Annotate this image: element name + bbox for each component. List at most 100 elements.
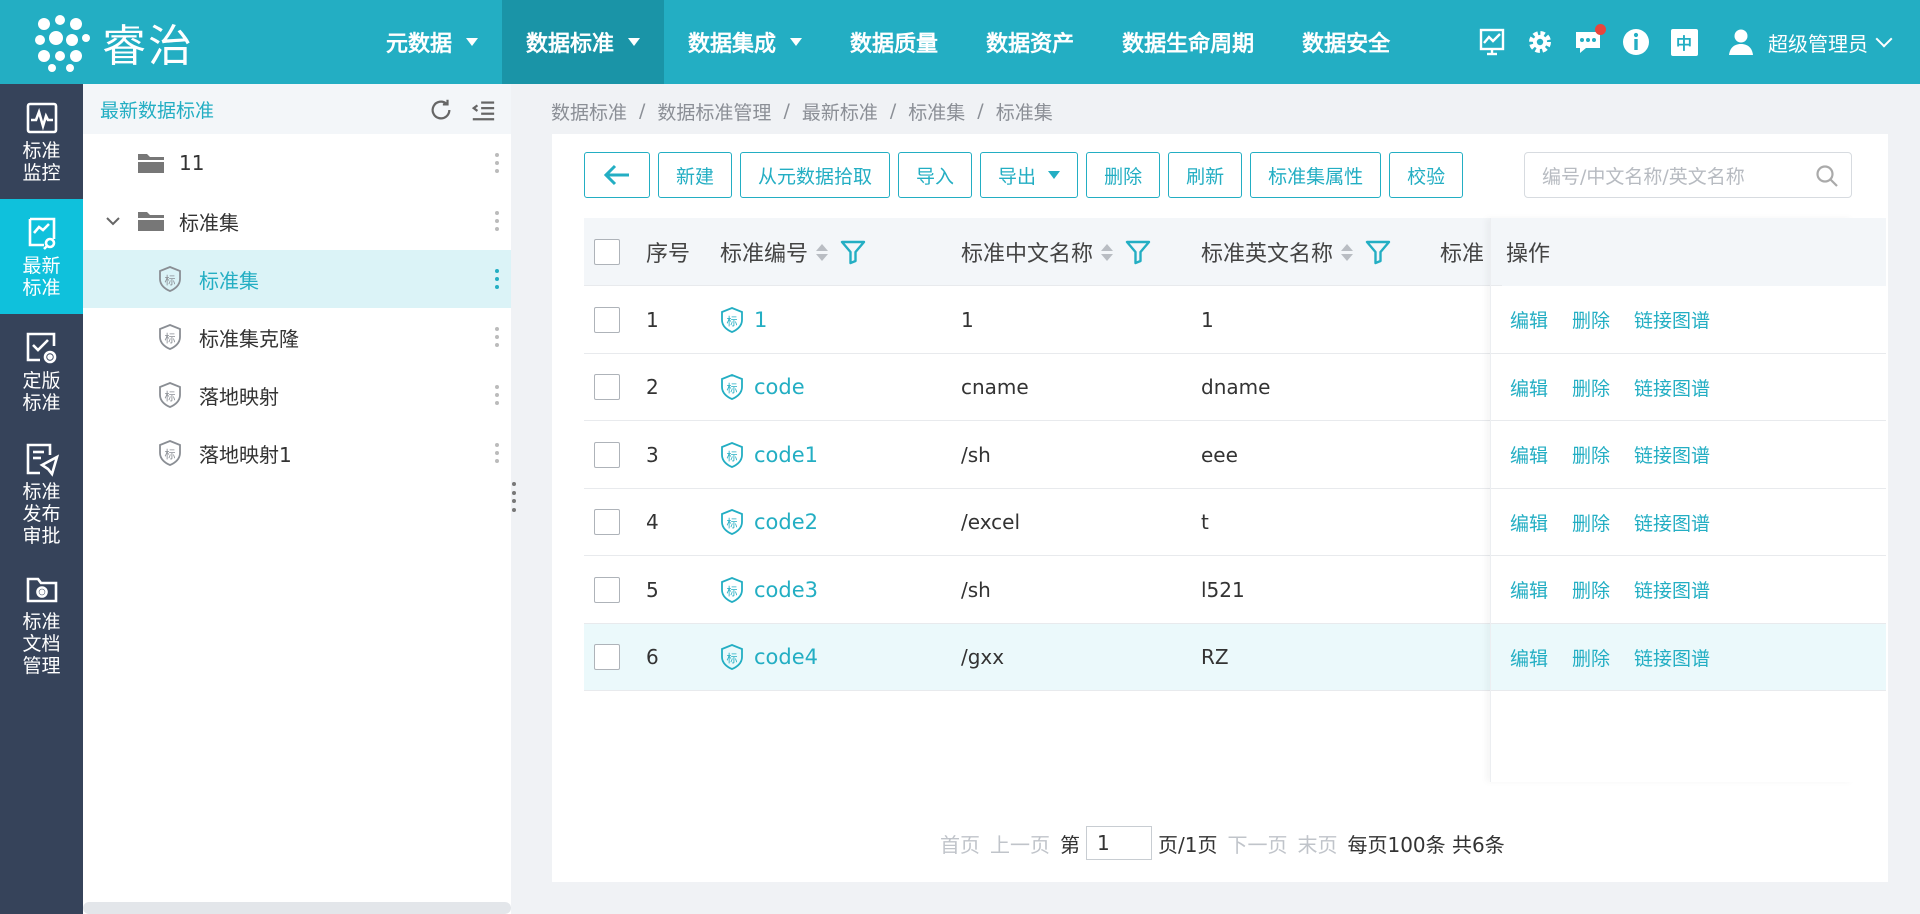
header-code[interactable]: 标准编号 [720,218,866,286]
delete-link[interactable]: 删除 [1572,509,1610,536]
last-page-link[interactable]: 末页 [1297,829,1337,858]
panel-resize-handle[interactable] [512,482,518,512]
more-vertical-icon[interactable] [495,443,499,463]
table-row[interactable]: 3 标 code1 /sh eee 编辑 删除 链接图谱 [584,421,1886,489]
breadcrumb-item[interactable]: 最新标准 [802,98,878,125]
table-row[interactable]: 4 标 code2 /excel t 编辑 删除 链接图谱 [584,489,1886,556]
edit-link[interactable]: 编辑 [1510,441,1548,468]
next-page-link[interactable]: 下一页 [1227,829,1287,858]
nav-item-metadata[interactable]: 元数据 [362,0,502,84]
row-checkbox[interactable] [594,576,620,603]
delete-button[interactable]: 删除 [1086,152,1161,198]
link-graph-link[interactable]: 链接图谱 [1634,509,1710,536]
tree-horizontal-scrollbar[interactable] [83,902,511,914]
delete-link[interactable]: 删除 [1572,306,1610,333]
rail-item-publish-approval[interactable]: 标准发布审批 [0,429,83,559]
dashboard-chart-icon[interactable] [1468,18,1516,66]
more-vertical-icon[interactable] [495,269,499,289]
table-row[interactable]: 5 标 code3 /sh l521 编辑 删除 链接图谱 [584,556,1886,624]
rail-item-standard-monitor[interactable]: 标准监控 [0,84,83,199]
edit-link[interactable]: 编辑 [1510,306,1548,333]
nav-item-data-quality[interactable]: 数据质量 [826,0,962,84]
search-icon[interactable] [1815,164,1839,188]
nav-item-data-integration[interactable]: 数据集成 [664,0,826,84]
prev-page-link[interactable]: 上一页 [990,829,1050,858]
delete-link[interactable]: 删除 [1572,441,1610,468]
new-button[interactable]: 新建 [658,152,733,198]
first-page-link[interactable]: 首页 [940,829,980,858]
link-graph-link[interactable]: 链接图谱 [1634,441,1710,468]
select-all-checkbox[interactable] [594,239,620,265]
table-row[interactable]: 2 标 code cname dname 编辑 删除 链接图谱 [584,354,1886,421]
code-link[interactable]: code1 [754,443,818,467]
more-vertical-icon[interactable] [495,153,499,173]
more-vertical-icon[interactable] [495,385,499,405]
link-graph-link[interactable]: 链接图谱 [1634,644,1710,671]
filter-icon[interactable] [1125,239,1151,265]
table-row[interactable]: 6 标 code4 /gxx RZ 编辑 删除 链接图谱 [584,623,1886,691]
nav-item-data-standard[interactable]: 数据标准 [502,0,665,84]
code-link[interactable]: code4 [754,645,818,669]
delete-link[interactable]: 删除 [1572,374,1610,401]
edit-link[interactable]: 编辑 [1510,374,1548,401]
tree-node-landing-mapping-1[interactable]: 标 落地映射1 [83,424,511,482]
tree-node-folder-11[interactable]: 11 [83,134,511,192]
page-number-input[interactable]: 1 [1086,826,1152,860]
filter-icon[interactable] [1365,239,1391,265]
breadcrumb-item[interactable]: 数据标准 [551,98,627,125]
sort-icon[interactable] [816,243,829,261]
pick-from-metadata-button[interactable]: 从元数据拾取 [740,152,891,198]
validate-button[interactable]: 校验 [1389,152,1464,198]
delete-link[interactable]: 删除 [1572,576,1610,603]
link-graph-link[interactable]: 链接图谱 [1634,306,1710,333]
refresh-icon[interactable] [427,96,455,124]
nav-item-data-security[interactable]: 数据安全 [1278,0,1414,84]
edit-link[interactable]: 编辑 [1510,644,1548,671]
import-button[interactable]: 导入 [898,152,973,198]
chevron-down-icon[interactable] [103,211,123,231]
row-checkbox[interactable] [594,306,620,333]
delete-link[interactable]: 删除 [1572,644,1610,671]
rail-item-doc-management[interactable]: 标准文档管理 [0,559,83,689]
tree-node-folder-standard-set[interactable]: 标准集 [83,192,511,250]
tree-node-standard-clone[interactable]: 标 标准集克隆 [83,308,511,366]
code-link[interactable]: code2 [754,510,818,534]
search-input[interactable]: 编号/中文名称/英文名称 [1524,152,1852,198]
rail-item-latest-standard[interactable]: 最新标准 [0,199,83,314]
messages-icon[interactable] [1564,18,1612,66]
row-checkbox[interactable] [594,644,620,670]
row-checkbox[interactable] [594,441,620,468]
sort-icon[interactable] [1101,243,1114,261]
app-logo[interactable]: 睿治 [30,10,194,74]
link-graph-link[interactable]: 链接图谱 [1634,576,1710,603]
export-button[interactable]: 导出 [980,152,1079,198]
filter-icon[interactable] [840,239,866,265]
rail-item-final-standard[interactable]: 定版标准 [0,314,83,429]
collapse-menu-icon[interactable] [469,96,497,124]
header-cname[interactable]: 标准中文名称 [961,218,1151,286]
code-link[interactable]: 1 [754,308,767,332]
code-link[interactable]: code3 [754,578,818,602]
sort-icon[interactable] [1341,243,1354,261]
refresh-button[interactable]: 刷新 [1168,152,1243,198]
edit-link[interactable]: 编辑 [1510,509,1548,536]
code-link[interactable]: code [754,375,805,399]
nav-item-data-lifecycle[interactable]: 数据生命周期 [1098,0,1278,84]
back-button[interactable] [584,152,650,198]
info-icon[interactable] [1612,18,1660,66]
tree-node-standard-set[interactable]: 标 标准集 [83,250,511,308]
edit-link[interactable]: 编辑 [1510,576,1548,603]
settings-gear-icon[interactable] [1516,18,1564,66]
more-vertical-icon[interactable] [495,327,499,347]
row-checkbox[interactable] [594,509,620,535]
more-vertical-icon[interactable] [495,211,499,231]
row-checkbox[interactable] [594,374,620,400]
tree-node-landing-mapping[interactable]: 标 落地映射 [83,366,511,424]
link-graph-link[interactable]: 链接图谱 [1634,374,1710,401]
language-switch[interactable]: 中 [1660,18,1708,66]
nav-item-data-assets[interactable]: 数据资产 [962,0,1098,84]
standard-set-properties-button[interactable]: 标准集属性 [1250,152,1382,198]
header-ename[interactable]: 标准英文名称 [1201,218,1391,286]
table-row[interactable]: 1 标 1 1 1 编辑 删除 链接图谱 [584,286,1886,354]
breadcrumb-item[interactable]: 标准集 [908,98,965,125]
